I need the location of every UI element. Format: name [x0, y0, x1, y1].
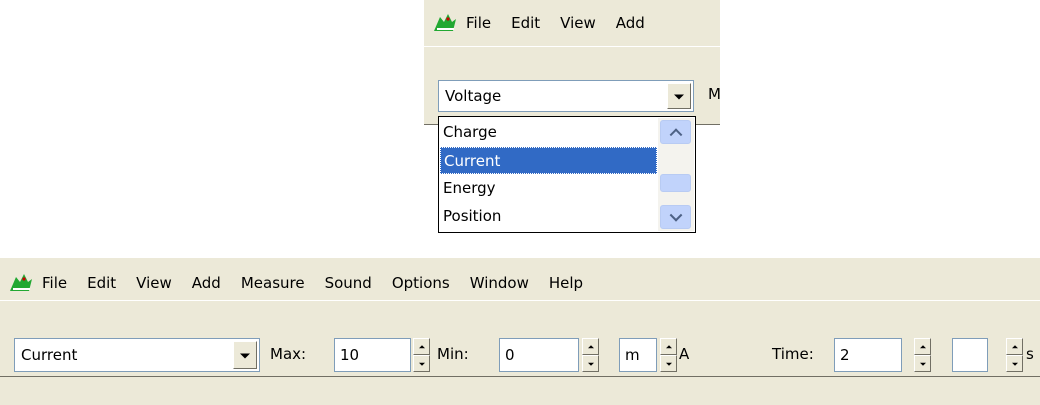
- max-label: Max:: [270, 345, 307, 363]
- time-prefix-input[interactable]: [952, 338, 988, 372]
- scroll-thumb[interactable]: [660, 174, 691, 192]
- menu-view[interactable]: View: [136, 274, 172, 292]
- spin-down-icon[interactable]: [914, 355, 931, 372]
- menu-window[interactable]: Window: [470, 274, 529, 292]
- combo-value: Voltage: [445, 87, 502, 105]
- spin-down-icon[interactable]: [582, 355, 599, 372]
- dropdown-scrollbar[interactable]: [658, 118, 694, 231]
- list-item[interactable]: Position: [440, 203, 657, 230]
- min-input[interactable]: 0: [499, 338, 579, 372]
- max-spinner[interactable]: [413, 338, 430, 372]
- quantity-dropdown-list[interactable]: Charge Current Energy Position: [438, 116, 696, 233]
- time-prefix-spinner[interactable]: [1006, 338, 1023, 372]
- crocodile-icon: [10, 274, 32, 291]
- spin-down-icon[interactable]: [413, 355, 430, 372]
- spin-up-icon[interactable]: [660, 338, 677, 355]
- chevron-down-icon[interactable]: [233, 341, 257, 369]
- spin-down-icon[interactable]: [660, 355, 677, 372]
- list-item-selected[interactable]: Current: [440, 147, 657, 174]
- spin-up-icon[interactable]: [582, 338, 599, 355]
- truncated-label: M: [708, 85, 721, 103]
- list-item[interactable]: Charge: [440, 119, 657, 146]
- top-menubar: File Edit View Add: [432, 10, 665, 36]
- time-spinner[interactable]: [914, 338, 931, 372]
- chevron-down-icon[interactable]: [667, 83, 691, 109]
- max-input[interactable]: 10: [334, 338, 411, 372]
- spin-up-icon[interactable]: [413, 338, 430, 355]
- crocodile-icon: [434, 14, 456, 31]
- unit-label: A: [679, 345, 690, 363]
- menu-add[interactable]: Add: [192, 274, 221, 292]
- quantity-combo[interactable]: Current: [14, 338, 260, 372]
- list-item[interactable]: Energy: [440, 175, 657, 202]
- min-label: Min:: [437, 345, 469, 363]
- bottom-menubar: File Edit View Add Measure Sound Options…: [8, 270, 603, 296]
- time-input[interactable]: 2: [834, 338, 902, 372]
- prefix-input[interactable]: m: [619, 338, 657, 372]
- menu-edit[interactable]: Edit: [87, 274, 116, 292]
- combo-value: Current: [21, 346, 78, 364]
- time-label: Time:: [772, 345, 814, 363]
- menu-sound[interactable]: Sound: [325, 274, 372, 292]
- menu-file[interactable]: File: [466, 14, 491, 32]
- menu-options[interactable]: Options: [392, 274, 450, 292]
- menu-measure[interactable]: Measure: [241, 274, 305, 292]
- spin-up-icon[interactable]: [1006, 338, 1023, 355]
- menu-add[interactable]: Add: [616, 14, 645, 32]
- spin-down-icon[interactable]: [1006, 355, 1023, 372]
- min-spinner[interactable]: [582, 338, 599, 372]
- menu-view[interactable]: View: [560, 14, 596, 32]
- spin-up-icon[interactable]: [914, 338, 931, 355]
- prefix-spinner[interactable]: [660, 338, 677, 372]
- scroll-down-icon[interactable]: [660, 205, 691, 229]
- time-unit-label: s: [1026, 345, 1034, 363]
- toolbar-divider: [0, 376, 1040, 377]
- menu-help[interactable]: Help: [549, 274, 583, 292]
- scroll-up-icon[interactable]: [660, 120, 691, 144]
- menu-file[interactable]: File: [42, 274, 67, 292]
- menu-edit[interactable]: Edit: [511, 14, 540, 32]
- menubar-divider: [0, 300, 1040, 301]
- top-quantity-combo[interactable]: Voltage: [438, 80, 694, 112]
